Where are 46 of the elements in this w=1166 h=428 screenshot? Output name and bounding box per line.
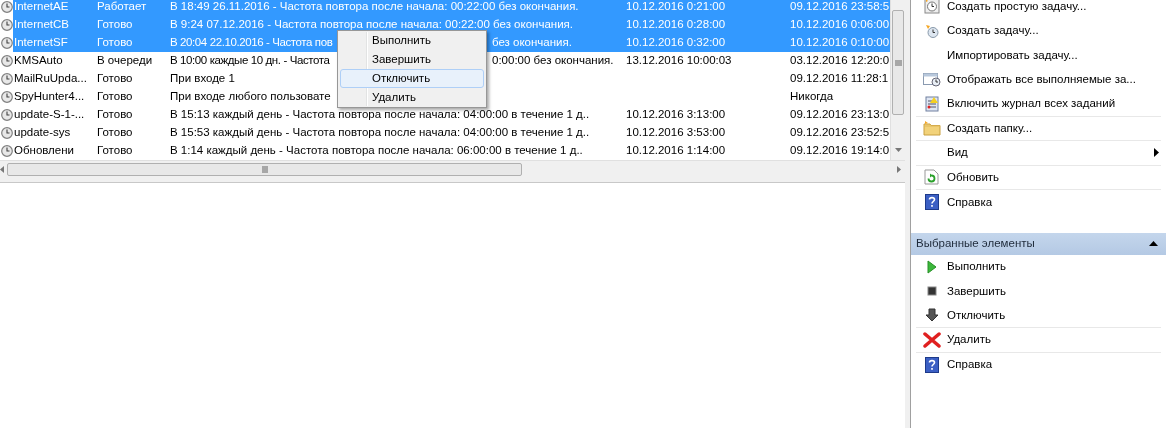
- task-last-run: 10.12.2016 0:06:00: [790, 17, 890, 33]
- task-trigger: В 9:24 07.12.2016 - Частота повтора после начала: 00:22:00 без окончания.: [170, 17, 573, 33]
- task-name: SpyHunter4...: [13, 89, 86, 105]
- task-name: update-S-1-...: [13, 107, 86, 123]
- task-trigger: без окончания.: [492, 35, 572, 51]
- task-status: Готово: [97, 125, 134, 141]
- task-status: В очереди: [97, 53, 154, 69]
- task-next-run: 10.12.2016 0:32:00: [626, 35, 727, 51]
- task-trigger: В 15:13 каждый день - Частота повтора после начала: 04:00:00 в течение 1 д..: [170, 107, 590, 123]
- task-next-run: 10.12.2016 0:21:00: [626, 0, 727, 15]
- task-next-run: 10.12.2016 3:53:00: [626, 125, 727, 141]
- task-status: Готово: [97, 143, 134, 159]
- task-name: KMSAuto: [13, 53, 64, 69]
- task-last-run: 09.12.2016 23:52:5: [790, 125, 890, 141]
- task-name: InternetCB: [13, 17, 70, 33]
- task-status: Работает: [97, 0, 148, 15]
- task-name: InternetSF: [13, 35, 69, 51]
- task-trigger: В 1:14 каждый день - Частота повтора после начала: 06:00:00 в течение 1 д..: [170, 143, 583, 159]
- task-trigger: В 15:53 каждый день - Частота повтора после начала: 04:00:00 в течение 1 д..: [170, 125, 590, 141]
- task-last-run: 09.12.2016 23:58:5: [790, 0, 890, 15]
- task-status: Готово: [97, 35, 134, 51]
- task-last-run: 03.12.2016 12:20:0: [790, 53, 890, 69]
- task-trigger: 0:00:00 без окончания.: [492, 53, 614, 69]
- task-name: MailRuUpda...: [13, 71, 88, 87]
- task-status: Готово: [97, 89, 134, 105]
- task-name: InternetAE: [13, 0, 70, 15]
- task-last-run: 09.12.2016 23:13:0: [790, 107, 890, 123]
- task-next-run: 10.12.2016 0:28:00: [626, 17, 727, 33]
- task-trigger: В 10:00 каждые 10 дн. - Частота: [170, 53, 330, 69]
- task-last-run: 10.12.2016 0:10:00: [790, 35, 890, 51]
- task-status: Готово: [97, 71, 134, 87]
- task-trigger: При входе 1: [170, 71, 235, 87]
- task-trigger: При входе любого пользовате: [170, 89, 331, 105]
- task-last-run: 09.12.2016 11:28:1: [790, 71, 889, 87]
- task-last-run: Никогда: [790, 89, 834, 105]
- task-trigger: В 20:04 22.10.2016 - Частота пов: [170, 35, 333, 51]
- task-next-run: 13.12.2016 10:00:03: [626, 53, 733, 69]
- section-title: Выбранные элементы: [916, 235, 1035, 251]
- task-next-run: 10.12.2016 1:14:00: [626, 143, 727, 159]
- task-trigger: В 18:49 26.11.2016 - Частота повтора после начала: 00:22:00 без окончания.: [170, 0, 579, 15]
- task-name: update-sys: [13, 125, 72, 141]
- task-next-run: 10.12.2016 3:13:00: [626, 107, 727, 123]
- task-last-run: 09.12.2016 19:14:0: [790, 143, 890, 159]
- task-status: Готово: [97, 107, 134, 123]
- task-name: Обновлени: [13, 143, 75, 159]
- task-status: Готово: [97, 17, 134, 33]
